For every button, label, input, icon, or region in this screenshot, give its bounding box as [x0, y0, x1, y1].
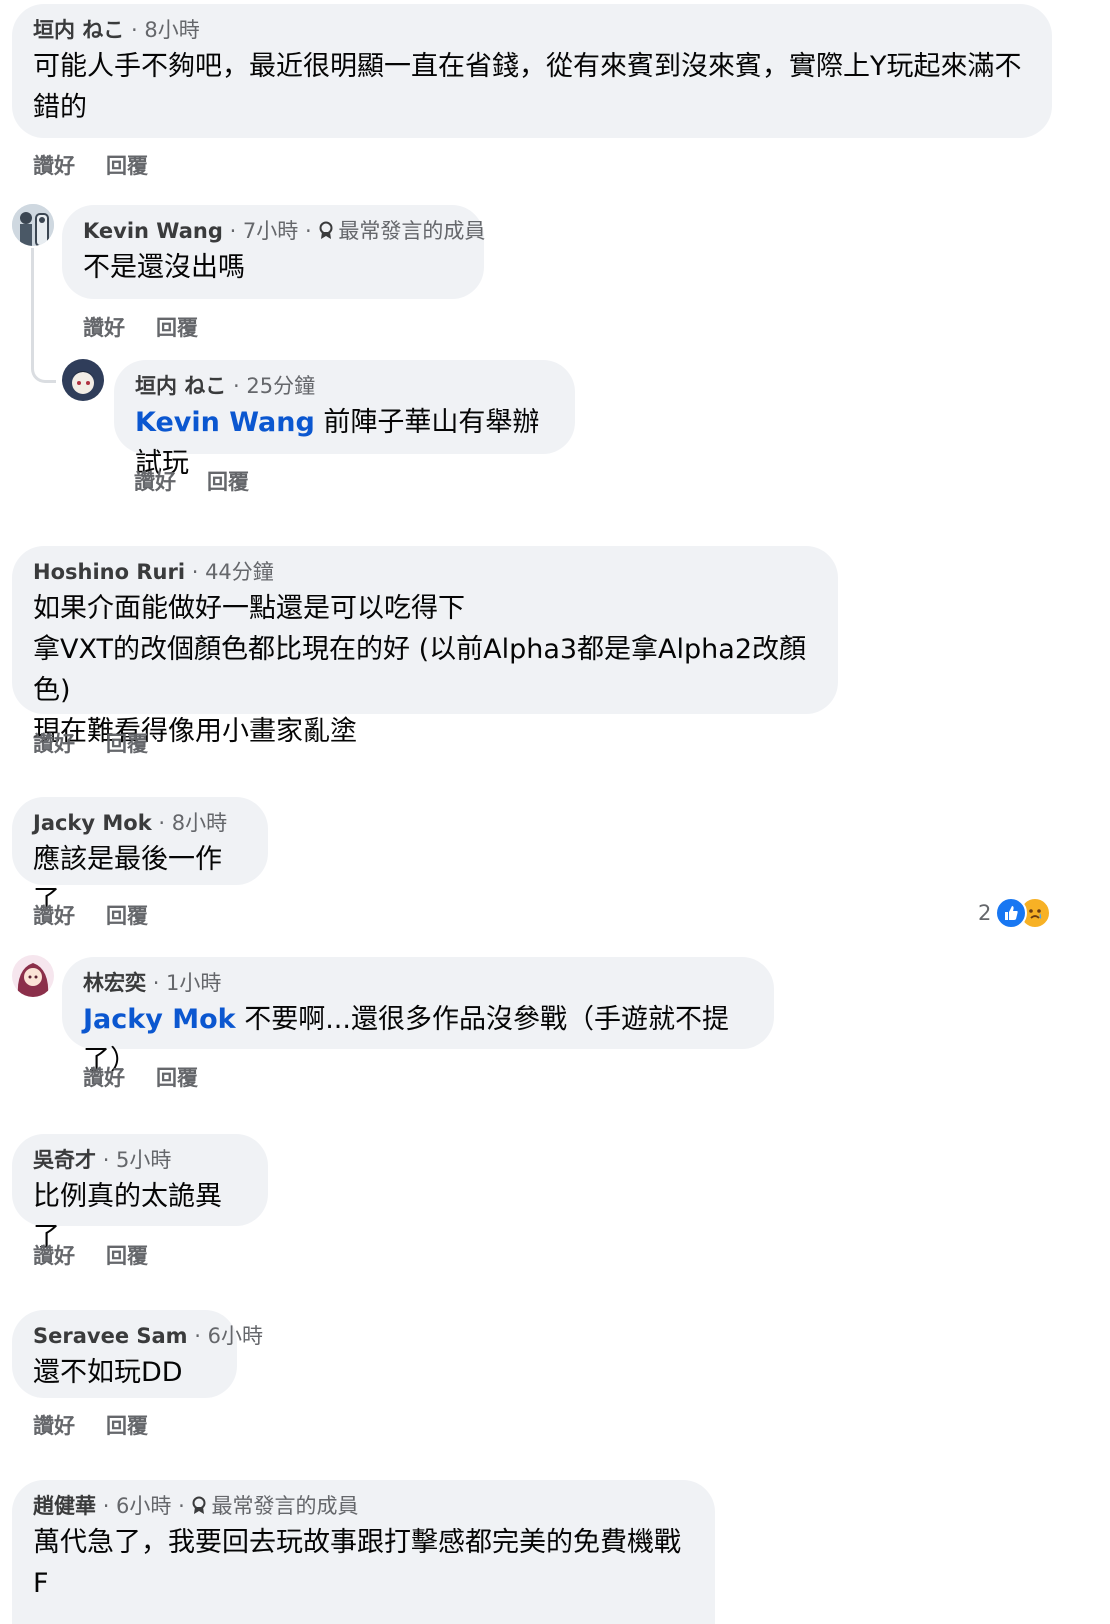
comment-actions: 讚好 回覆: [33, 1240, 179, 1270]
like-button[interactable]: 讚好: [33, 904, 75, 928]
top-contributor-badge: 最常發言的成員: [191, 1494, 358, 1518]
comment-bubble: 林宏奕 · 1小時 Jacky Mok 不要啊...還很多作品沒參戰（手遊就不提…: [62, 957, 774, 1076]
timestamp[interactable]: 1小時: [166, 971, 221, 995]
mention-link[interactable]: Kevin Wang: [135, 407, 315, 438]
comment-meta: 趙健華 · 6小時 · 最常發言的成員: [33, 1494, 359, 1518]
comment-actions: 讚好 回覆: [33, 900, 179, 930]
comment-bubble: Seravee Sam · 6小時 還不如玩DD: [12, 1310, 263, 1398]
author-name[interactable]: 趙健華: [33, 1494, 96, 1518]
comment-bubble: Kevin Wang · 7小時 · 最常發言的成員 不是還沒出嗎: [62, 205, 486, 299]
comment-actions: 讚好 回覆: [83, 1062, 229, 1092]
comment-actions: 讚好 回覆: [33, 150, 179, 180]
timestamp[interactable]: 5小時: [116, 1148, 171, 1172]
like-button[interactable]: 讚好: [134, 470, 176, 494]
reply-button[interactable]: 回覆: [156, 1066, 198, 1090]
comment-meta: 林宏奕 · 1小時: [83, 971, 222, 995]
reply-button[interactable]: 回覆: [106, 904, 148, 928]
timestamp[interactable]: 8小時: [172, 811, 227, 835]
reply-button[interactable]: 回覆: [207, 470, 249, 494]
avatar[interactable]: [12, 955, 54, 997]
comment-meta: Jacky Mok · 8小時: [33, 811, 228, 835]
like-button[interactable]: 讚好: [33, 154, 75, 178]
comment-meta: Hoshino Ruri · 44分鐘: [33, 560, 274, 584]
like-button[interactable]: 讚好: [33, 732, 75, 756]
reply-button[interactable]: 回覆: [106, 1414, 148, 1438]
comment-meta: Seravee Sam · 6小時: [33, 1324, 263, 1348]
reply-button[interactable]: 回覆: [106, 154, 148, 178]
like-button[interactable]: 讚好: [33, 1414, 75, 1438]
comment-text: 可能人手不夠吧，最近很明顯一直在省錢，從有來賓到沒來賓，實際上Y玩起來滿不 錯的: [33, 51, 1022, 123]
thread-connector: [31, 340, 56, 383]
comment-text: 萬代急了，我要回去玩故事跟打擊感都完美的免費機戰F: [33, 1527, 681, 1599]
like-button[interactable]: 讚好: [83, 316, 125, 340]
comment-actions: 讚好 回覆: [83, 312, 229, 342]
comment-text: 還不如玩DD: [33, 1357, 183, 1388]
comment-bubble: 垣内 ねこ · 8小時 可能人手不夠吧，最近很明顯一直在省錢，從有來賓到沒來賓，…: [12, 4, 1052, 138]
timestamp[interactable]: 25分鐘: [246, 374, 315, 398]
comment-meta: 垣内 ねこ · 8小時: [33, 18, 200, 42]
avatar[interactable]: [62, 359, 104, 401]
top-contributor-icon: [192, 1496, 206, 1514]
comment-meta: 吳奇才 · 5小時: [33, 1148, 172, 1172]
timestamp[interactable]: 6小時: [208, 1324, 263, 1348]
comment-meta: 垣内 ねこ · 25分鐘: [135, 374, 316, 398]
reaction-count: 2: [978, 901, 992, 925]
timestamp[interactable]: 44分鐘: [205, 560, 274, 584]
comment-actions: 讚好 回覆: [33, 1410, 179, 1440]
author-name[interactable]: 垣内 ねこ: [33, 18, 124, 42]
comment-meta: Kevin Wang · 7小時 · 最常發言的成員: [83, 219, 486, 243]
comment-text: 不是還沒出嗎: [83, 252, 245, 283]
reply-button[interactable]: 回覆: [106, 732, 148, 756]
author-name[interactable]: 垣内 ねこ: [135, 374, 226, 398]
comment-bubble: 吳奇才 · 5小時 比例真的太詭異了: [12, 1134, 268, 1253]
comment-actions: 讚好 回覆: [33, 728, 179, 758]
comment-actions: 讚好 回覆: [134, 466, 280, 496]
reply-button[interactable]: 回覆: [106, 1244, 148, 1268]
author-name[interactable]: Jacky Mok: [33, 811, 152, 835]
comment-bubble: Hoshino Ruri · 44分鐘 如果介面能做好一點還是可以吃得下 拿VX…: [12, 546, 838, 747]
author-name[interactable]: Seravee Sam: [33, 1324, 188, 1348]
comment-bubble: 垣内 ねこ · 25分鐘 Kevin Wang 前陣子華山有舉辦試玩: [114, 360, 575, 479]
like-button[interactable]: 讚好: [33, 1244, 75, 1268]
mention-link[interactable]: Jacky Mok: [83, 1004, 236, 1035]
like-button[interactable]: 讚好: [83, 1066, 125, 1090]
timestamp[interactable]: 6小時: [116, 1494, 171, 1518]
reaction-summary[interactable]: 2: [978, 897, 1052, 929]
avatar[interactable]: [12, 204, 54, 246]
top-contributor-icon: [319, 221, 333, 239]
author-name[interactable]: Kevin Wang: [83, 219, 223, 243]
author-name[interactable]: Hoshino Ruri: [33, 560, 185, 584]
reply-button[interactable]: 回覆: [156, 316, 198, 340]
timestamp[interactable]: 7小時: [243, 219, 298, 243]
comment-bubble: Jacky Mok · 8小時 應該是最後一作了: [12, 797, 268, 916]
thread-line: [31, 248, 34, 348]
timestamp[interactable]: 8小時: [144, 18, 199, 42]
author-name[interactable]: 吳奇才: [33, 1148, 96, 1172]
top-contributor-badge: 最常發言的成員: [318, 219, 485, 243]
comment-bubble: 趙健華 · 6小時 · 最常發言的成員 萬代急了，我要回去玩故事跟打擊感都完美的…: [12, 1480, 715, 1624]
author-name[interactable]: 林宏奕: [83, 971, 146, 995]
